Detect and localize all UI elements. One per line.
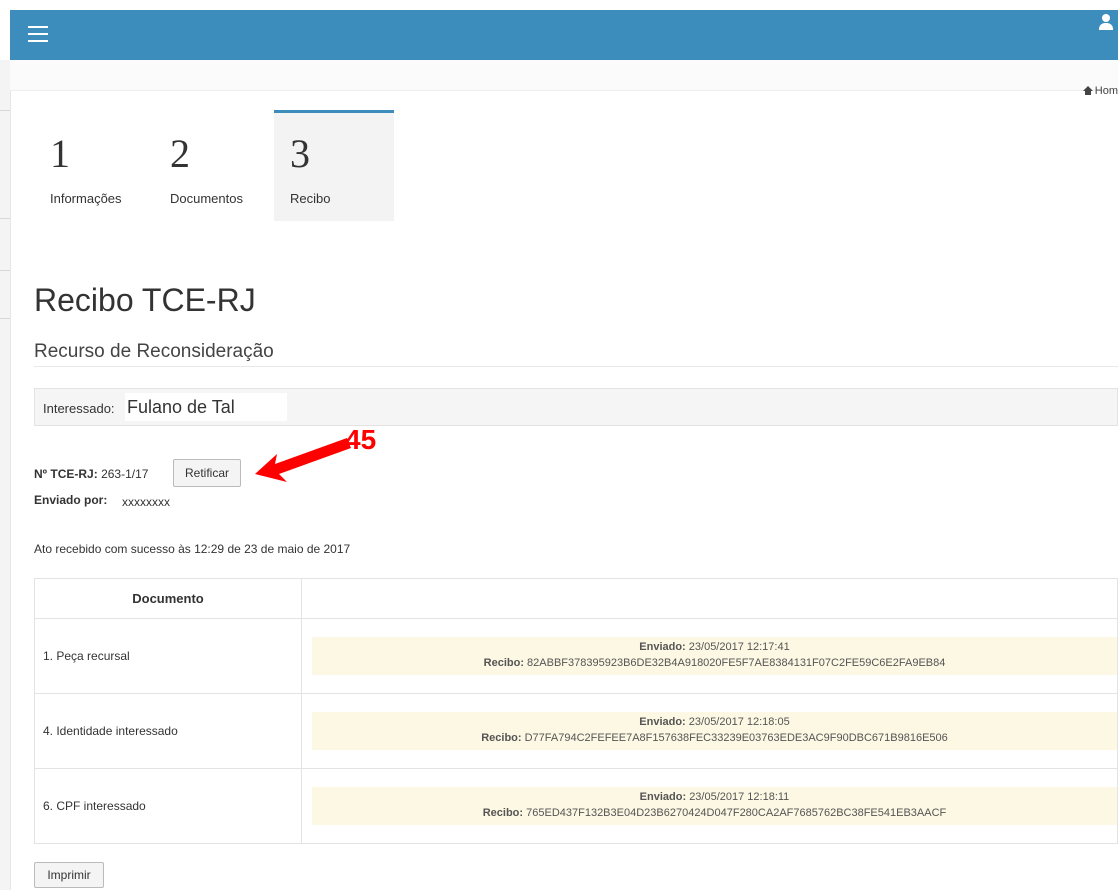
retificar-button[interactable]: Retificar xyxy=(173,459,241,487)
enviado-timestamp: 23/05/2017 12:17:41 xyxy=(688,641,790,653)
recibo-label: Recibo: xyxy=(482,807,524,819)
column-header-details xyxy=(301,578,1118,619)
recibo-hash: D77FA794C2FEFEE7A8F157638FEC33239E03763E… xyxy=(524,732,948,744)
step-informacoes[interactable]: 1 Informações xyxy=(34,110,154,218)
enviado-label: Enviado: xyxy=(639,791,687,803)
document-name: 1. Peça recursal xyxy=(34,618,302,694)
divider xyxy=(34,366,1118,367)
enviado-por-value: xxxxxxxx xyxy=(117,487,242,517)
breadcrumb[interactable]: Hom xyxy=(1082,85,1118,97)
interessado-label: Interessado: xyxy=(43,401,115,416)
annotation-arrow-icon xyxy=(255,438,351,482)
enviado-timestamp: 23/05/2017 12:18:05 xyxy=(688,716,790,728)
content-header xyxy=(10,60,1118,91)
enviado-por-line: Enviado por: xyxy=(34,493,107,507)
step-label: Recibo xyxy=(290,191,331,206)
documents-table: Documento 1. Peça recursal Enviado: 23/0… xyxy=(34,578,1118,844)
interessado-panel: Interessado: Fulano de Tal xyxy=(34,388,1118,426)
annotation-number: 45 xyxy=(345,424,377,455)
recibo-label: Recibo: xyxy=(481,732,522,744)
step-number: 2 xyxy=(170,131,190,176)
breadcrumb-home[interactable]: Hom xyxy=(1095,85,1118,97)
step-label: Documentos xyxy=(170,191,243,206)
table-row: 1. Peça recursal Enviado: 23/05/2017 12:… xyxy=(34,618,1118,694)
enviado-label: Enviado: xyxy=(639,716,686,728)
recibo-hash: 765ED437F132B3E04D23B6270424D047F280CA2A… xyxy=(526,807,947,819)
table-header-row: Documento xyxy=(34,578,1118,619)
hamburger-icon[interactable] xyxy=(28,26,48,42)
imprimir-button[interactable]: Imprimir xyxy=(34,862,104,888)
column-header-documento: Documento xyxy=(34,578,302,619)
home-icon xyxy=(1082,86,1093,95)
enviado-label: Enviado: xyxy=(639,641,686,653)
top-navbar xyxy=(10,10,1118,60)
document-name: 4. Identidade interessado xyxy=(34,693,302,769)
table-row: 6. CPF interessado Enviado: 23/05/2017 1… xyxy=(34,768,1118,844)
step-number: 1 xyxy=(50,131,70,176)
left-sidebar-strip xyxy=(0,60,11,890)
recibo-hash: 82ABBF378395923B6DE32B4A918020FE5F7AE838… xyxy=(527,657,946,669)
recibo-label: Recibo: xyxy=(483,657,524,669)
table-row: 4. Identidade interessado Enviado: 23/05… xyxy=(34,693,1118,769)
document-name: 6. CPF interessado xyxy=(34,768,302,844)
receipt-info: Enviado: 23/05/2017 12:17:41 Recibo: 82A… xyxy=(312,637,1117,675)
step-label: Informações xyxy=(50,191,122,206)
enviado-por-label: Enviado por: xyxy=(34,493,108,507)
step-recibo[interactable]: 3 Recibo xyxy=(274,110,394,221)
tce-value: 263-1/17 xyxy=(101,467,149,481)
step-number: 3 xyxy=(290,131,310,176)
page-title: Recibo TCE-RJ xyxy=(34,282,256,318)
tce-number-line: Nº TCE-RJ: 263-1/17 xyxy=(34,467,148,481)
page-subtitle: Recurso de Reconsideração xyxy=(34,341,274,362)
receipt-info: Enviado: 23/05/2017 12:18:11 Recibo: 765… xyxy=(312,787,1117,825)
user-icon[interactable] xyxy=(1098,14,1114,32)
tce-label: Nº TCE-RJ: xyxy=(34,467,98,481)
receipt-info: Enviado: 23/05/2017 12:18:05 Recibo: D77… xyxy=(312,712,1117,750)
interessado-value: Fulano de Tal xyxy=(125,393,287,421)
step-documentos[interactable]: 2 Documentos xyxy=(154,110,274,218)
success-message: Ato recebido com sucesso às 12:29 de 23 … xyxy=(34,542,351,556)
enviado-timestamp: 23/05/2017 12:18:11 xyxy=(689,791,790,803)
